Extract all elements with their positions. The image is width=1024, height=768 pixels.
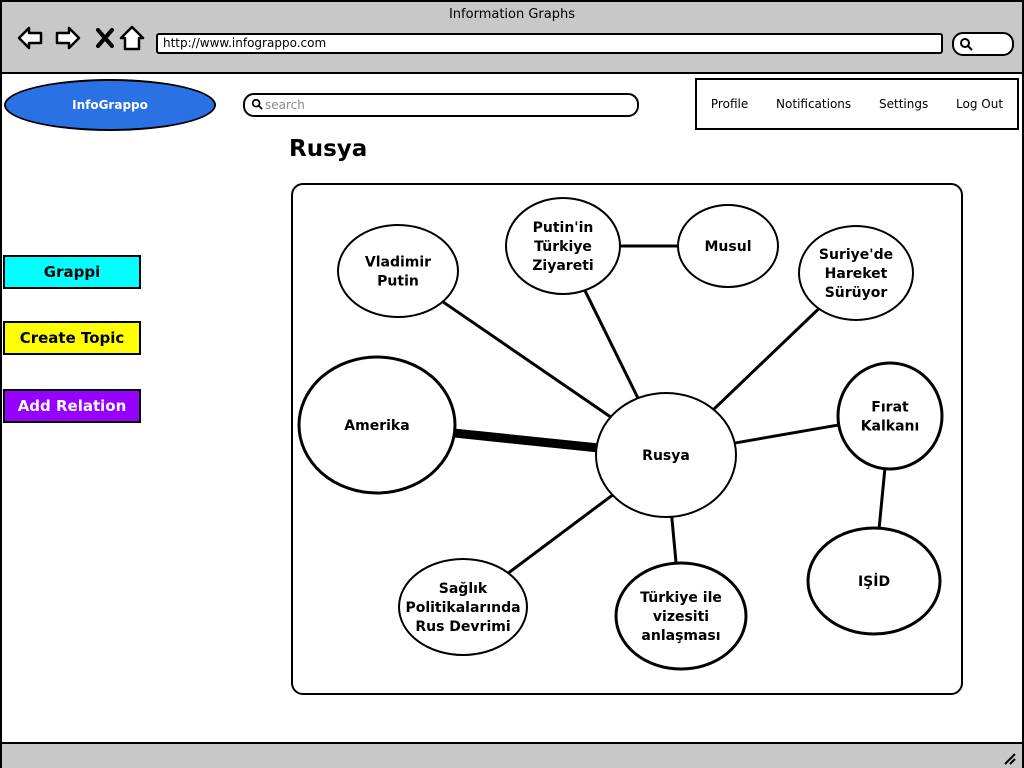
menu-log-out[interactable]: Log Out xyxy=(956,97,1003,111)
topic-graph: Rusya Vladimir Putin Putin'in Türkiye Ziyaret… xyxy=(297,197,944,671)
search-bar[interactable] xyxy=(243,93,639,117)
close-x-icon[interactable] xyxy=(92,24,120,52)
search-input[interactable] xyxy=(265,96,625,113)
browser-search-button[interactable] xyxy=(952,32,1014,56)
menu-notifications[interactable]: Notifications xyxy=(776,97,851,111)
topic-node-isid[interactable]: IŞİD xyxy=(806,526,942,636)
topic-node-label: Musul xyxy=(705,239,752,255)
back-arrow-icon[interactable] xyxy=(16,24,44,52)
relation-edge-rusya-vize[interactable] xyxy=(670,516,678,564)
topic-node-musul[interactable]: Musul xyxy=(677,204,779,288)
magnifier-icon xyxy=(960,38,973,51)
topic-node-label: Suriye'de xyxy=(819,247,893,263)
topic-node-label: Sürüyor xyxy=(825,285,888,301)
topic-node-label: Türkiye ile xyxy=(640,590,722,606)
topic-node-amerika[interactable]: Amerika xyxy=(297,355,457,495)
home-icon[interactable] xyxy=(118,24,146,52)
status-bar xyxy=(2,742,1022,768)
topic-node-label: vizesiti xyxy=(653,609,709,625)
page-title: Rusya xyxy=(289,136,368,162)
topic-node-circle[interactable] xyxy=(337,224,459,318)
topic-node-circle[interactable] xyxy=(836,361,944,471)
topic-node-label: Ziyareti xyxy=(532,258,593,274)
topic-node-label: Putin xyxy=(377,274,419,290)
url-field[interactable]: http://www.infograppo.com xyxy=(156,33,943,54)
topic-node-label: Hareket xyxy=(825,266,888,282)
grappi-button[interactable]: Grappi xyxy=(3,255,141,289)
topic-node-label: Türkiye xyxy=(534,239,592,255)
forward-arrow-icon[interactable] xyxy=(54,24,82,52)
topic-node-saglik[interactable]: Sağlık Politikalarında Rus Devrimi xyxy=(398,558,528,656)
topic-node-ziyaret[interactable]: Putin'in Türkiye Ziyareti xyxy=(505,197,621,295)
relation-edge-rusya-firat[interactable] xyxy=(734,423,839,445)
relation-edge-rusya-suriye[interactable] xyxy=(712,307,820,411)
topic-node-label: Politikalarında xyxy=(405,600,520,616)
topic-node-label: Rus Devrimi xyxy=(415,619,510,635)
relation-edge-rusya-amerika[interactable] xyxy=(453,428,597,453)
topic-node-label: Vladimir xyxy=(365,255,431,271)
relation-edge-rusya-ziyaret[interactable] xyxy=(583,289,640,399)
browser-window: Information Graphs http://www.infograppo… xyxy=(0,0,1024,768)
relation-edge-firat-isid[interactable] xyxy=(877,468,887,529)
search-icon xyxy=(251,98,263,110)
create-topic-button[interactable]: Create Topic xyxy=(3,321,141,355)
relation-edge-rusya-saglik[interactable] xyxy=(507,493,614,575)
topic-node-vize[interactable]: Türkiye ile vizesiti anlaşması xyxy=(614,561,748,671)
topic-node-label: anlaşması xyxy=(641,628,720,644)
topic-node-label: Sağlık xyxy=(439,581,488,597)
window-title: Information Graphs xyxy=(448,7,576,22)
top-menu: Profile Notifications Settings Log Out xyxy=(695,78,1019,130)
topic-node-label: Putin'in xyxy=(533,220,594,236)
topic-node-label: Rusya xyxy=(642,448,690,464)
topic-node-label: Fırat xyxy=(871,400,909,416)
browser-titlebar: Information Graphs http://www.infograppo… xyxy=(2,2,1022,74)
topic-node-suriye[interactable]: Suriye'de Hareket Sürüyor xyxy=(798,225,914,321)
menu-profile[interactable]: Profile xyxy=(711,97,748,111)
relation-edge-rusya-vladimir[interactable] xyxy=(441,300,612,419)
add-relation-button[interactable]: Add Relation xyxy=(3,389,141,423)
menu-settings[interactable]: Settings xyxy=(879,97,928,111)
topic-node-label: Amerika xyxy=(344,418,409,434)
graph-panel: Rusya Vladimir Putin Putin'in Türkiye Ziyaret… xyxy=(291,183,963,695)
topic-node-rusya[interactable]: Rusya xyxy=(595,392,737,518)
resize-grip-icon[interactable] xyxy=(1002,751,1016,765)
topic-node-vladimir[interactable]: Vladimir Putin xyxy=(337,224,459,318)
infograppo-logo[interactable]: InfoGrappo xyxy=(4,79,216,131)
topic-node-label: Kalkanı xyxy=(861,419,920,435)
topic-node-firat[interactable]: Fırat Kalkanı xyxy=(836,361,944,471)
topic-node-label: IŞİD xyxy=(858,573,890,590)
